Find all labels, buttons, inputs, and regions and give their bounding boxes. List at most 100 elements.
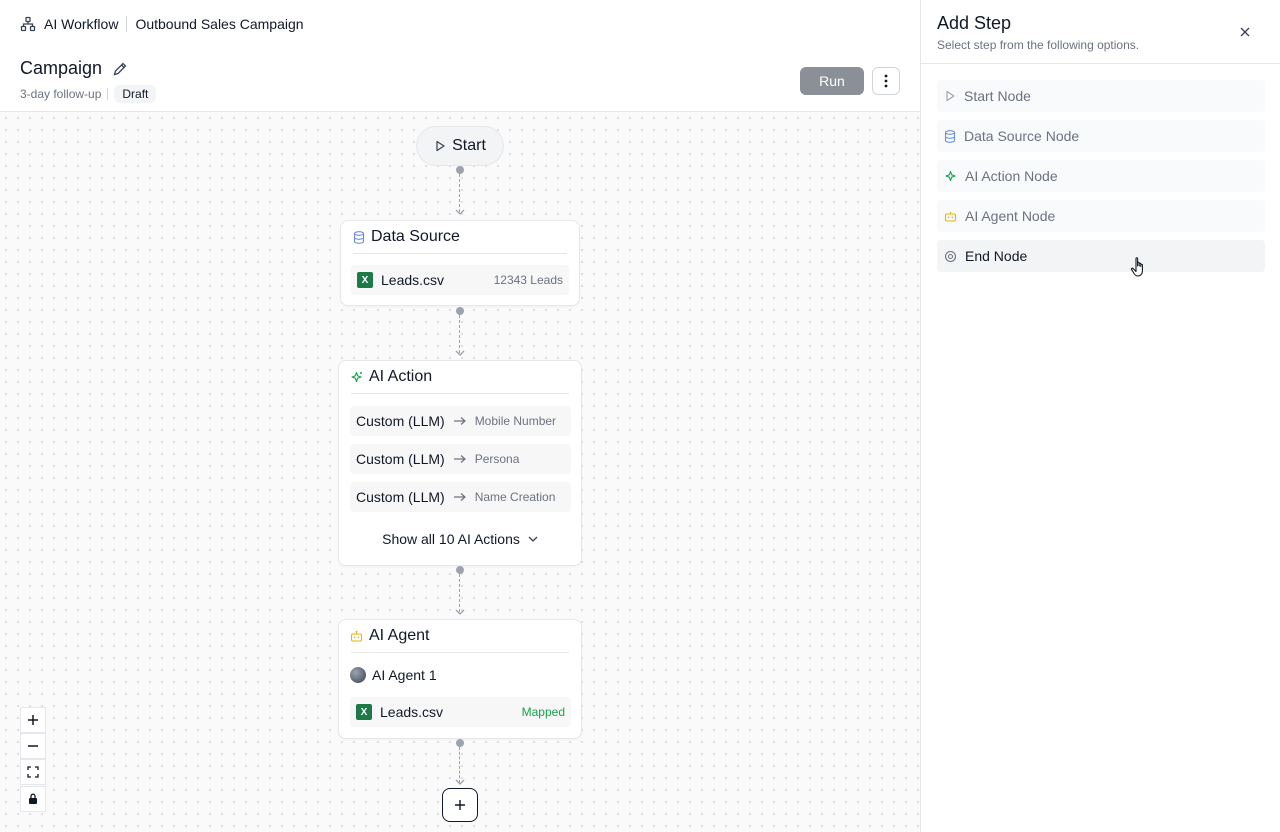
excel-icon: X — [357, 272, 373, 288]
arrow-right-icon — [453, 417, 466, 425]
connector-handle[interactable] — [456, 166, 464, 174]
start-node[interactable]: Start — [416, 126, 504, 166]
play-icon — [436, 140, 445, 152]
plus-icon — [455, 800, 465, 810]
file-name-group: X Leads.csv — [357, 272, 444, 288]
meta-divider — [107, 88, 109, 100]
option-ai-action-node[interactable]: AI Action Node — [937, 160, 1265, 192]
option-label: End Node — [965, 248, 1028, 264]
panel-subtitle: Select step from the following options. — [937, 38, 1140, 52]
divider — [351, 652, 569, 653]
workflow-main: AI Workflow Outbound Sales Campaign Camp… — [0, 0, 920, 832]
stop-circle-icon — [944, 250, 957, 262]
zoom-out-button[interactable] — [20, 733, 46, 759]
close-icon — [1240, 27, 1250, 37]
arrow-down-icon — [455, 609, 465, 615]
connector-handle[interactable] — [456, 566, 464, 574]
sparkle-icon — [351, 371, 362, 382]
connector-line — [459, 747, 460, 783]
option-start-node[interactable]: Start Node — [937, 80, 1265, 112]
hand-cursor-icon — [1130, 257, 1143, 277]
action-target: Mobile Number — [474, 414, 557, 428]
arrow-down-icon — [455, 779, 465, 785]
start-node-label: Start — [452, 137, 486, 154]
avatar — [350, 667, 366, 683]
data-source-node[interactable]: Data Source X Leads.csv 12343 Leads — [340, 220, 580, 306]
arrow-down-icon — [455, 350, 465, 356]
breadcrumb-app[interactable]: AI Workflow — [44, 16, 118, 32]
excel-icon: X — [356, 704, 372, 720]
play-icon — [946, 90, 955, 102]
bot-icon — [350, 630, 363, 642]
action-name: Custom (LLM) — [356, 451, 445, 467]
ai-action-row[interactable]: Custom (LLM) Persona — [350, 444, 571, 474]
ai-agent-node[interactable]: AI Agent AI Agent 1 X Leads.csv Mapped — [338, 619, 582, 739]
file-name-group: X Leads.csv — [356, 704, 443, 720]
panel-title: Add Step — [937, 13, 1012, 33]
option-end-node[interactable]: End Node — [937, 240, 1265, 272]
database-icon — [353, 230, 365, 244]
breadcrumb-divider — [126, 16, 128, 32]
campaign-title-text: Campaign — [20, 58, 103, 78]
connector-line — [459, 174, 460, 212]
file-name: Leads.csv — [380, 704, 444, 720]
arrow-right-icon — [453, 493, 466, 501]
option-label: AI Agent Node — [965, 208, 1056, 224]
lock-view-button[interactable] — [20, 786, 46, 812]
action-target: Persona — [474, 452, 520, 466]
fit-view-button[interactable] — [20, 759, 46, 785]
status-badge: Draft — [114, 85, 157, 103]
option-data-source-node[interactable]: Data Source Node — [937, 120, 1265, 152]
connector-handle[interactable] — [456, 307, 464, 315]
agent-name: AI Agent 1 — [372, 667, 437, 683]
agent-file-row[interactable]: X Leads.csv Mapped — [350, 697, 571, 727]
data-source-file-row[interactable]: X Leads.csv 12343 Leads — [351, 265, 569, 295]
sparkle-icon — [945, 170, 956, 181]
campaign-subtitle: 3-day follow-up — [20, 87, 102, 101]
pencil-icon[interactable] — [112, 61, 128, 77]
plus-icon — [28, 715, 38, 725]
data-source-title: Data Source — [371, 228, 460, 245]
connector-line — [459, 574, 460, 612]
connector-handle[interactable] — [456, 739, 464, 747]
run-button[interactable]: Run — [800, 67, 864, 95]
ai-agent-header: AI Agent — [339, 620, 581, 652]
ai-action-header: AI Action — [339, 361, 581, 393]
option-label: Start Node — [964, 88, 1031, 104]
ai-action-title: AI Action — [369, 368, 433, 385]
chevron-down-icon — [528, 536, 538, 542]
ai-action-node[interactable]: AI Action Custom (LLM) Mobile Number Cus… — [338, 360, 582, 566]
data-source-header: Data Source — [341, 221, 579, 253]
option-ai-agent-node[interactable]: AI Agent Node — [937, 200, 1265, 232]
fullscreen-icon — [27, 766, 39, 778]
page-title: Campaign — [20, 58, 128, 79]
agent-row[interactable]: AI Agent 1 — [350, 664, 437, 686]
action-target: Name Creation — [474, 490, 556, 504]
breadcrumb-campaign[interactable]: Outbound Sales Campaign — [135, 16, 303, 32]
connector-line — [459, 315, 460, 353]
show-all-actions-button[interactable]: Show all 10 AI Actions — [339, 527, 581, 551]
zoom-in-button[interactable] — [20, 707, 46, 733]
lock-icon — [29, 793, 37, 804]
more-vertical-icon — [884, 74, 888, 88]
close-button[interactable] — [1235, 22, 1255, 42]
mapped-status: Mapped — [521, 705, 565, 719]
bot-icon — [944, 211, 957, 222]
add-step-button[interactable] — [442, 788, 478, 822]
action-name: Custom (LLM) — [356, 489, 445, 505]
ai-action-row[interactable]: Custom (LLM) Name Creation — [350, 482, 571, 512]
option-label: AI Action Node — [965, 168, 1058, 184]
panel-header: Add Step Select step from the following … — [921, 0, 1280, 64]
more-options-button[interactable] — [872, 67, 900, 95]
show-all-label: Show all 10 AI Actions — [382, 531, 520, 547]
arrow-down-icon — [455, 209, 465, 215]
divider — [351, 393, 569, 394]
lead-count: 12343 Leads — [493, 273, 563, 287]
breadcrumb: AI Workflow Outbound Sales Campaign — [20, 14, 304, 34]
database-icon — [944, 129, 956, 143]
file-name: Leads.csv — [381, 272, 445, 288]
top-bar: AI Workflow Outbound Sales Campaign Camp… — [0, 0, 920, 112]
add-step-panel: Add Step Select step from the following … — [920, 0, 1280, 832]
ai-action-row[interactable]: Custom (LLM) Mobile Number — [350, 406, 571, 436]
option-label: Data Source Node — [964, 128, 1080, 144]
